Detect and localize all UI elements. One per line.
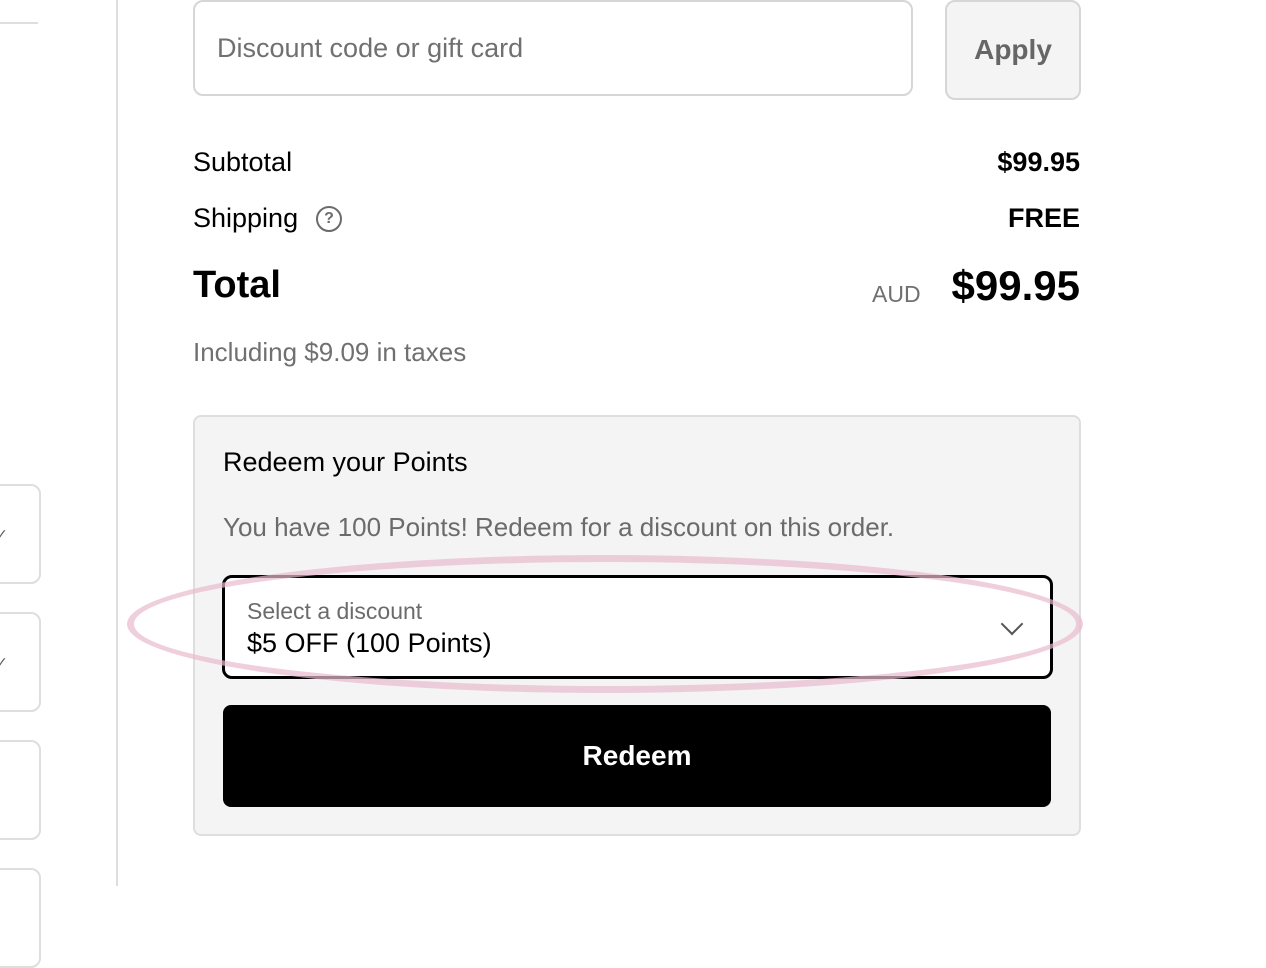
- divider: [0, 22, 38, 24]
- total-currency: AUD: [872, 281, 921, 307]
- subtotal-label: Subtotal: [193, 147, 293, 177]
- subtotal-value: $99.95: [997, 147, 1080, 177]
- left-option-card[interactable]: ✓: [0, 484, 41, 584]
- redeem-button[interactable]: Redeem: [223, 705, 1051, 807]
- discount-select[interactable]: Select a discount $5 OFF (100 Points): [222, 575, 1053, 679]
- discount-select-caption: Select a discount: [247, 598, 423, 624]
- shipping-value: FREE: [1007, 203, 1080, 233]
- left-panel: ✓ ✓: [0, 0, 118, 968]
- total-value: $99.95: [951, 262, 1080, 309]
- left-option-card[interactable]: [0, 868, 41, 968]
- redeem-points-title: Redeem your Points: [223, 447, 468, 477]
- question-circle-icon[interactable]: ?: [316, 206, 342, 232]
- shipping-label: Shipping: [193, 203, 299, 233]
- left-option-card[interactable]: ✓: [0, 612, 41, 712]
- check-icon: ✓: [0, 526, 8, 542]
- redeem-points-description: You have 100 Points! Redeem for a discou…: [223, 512, 895, 542]
- left-option-card[interactable]: [0, 740, 41, 840]
- apply-button[interactable]: Apply: [945, 0, 1081, 100]
- discount-select-value: $5 OFF (100 Points): [247, 628, 492, 658]
- tax-note: Including $9.09 in taxes: [193, 337, 467, 367]
- chevron-down-icon: [1000, 612, 1024, 636]
- total-label: Total: [193, 264, 281, 306]
- discount-code-input[interactable]: [193, 0, 913, 96]
- check-icon: ✓: [0, 654, 8, 670]
